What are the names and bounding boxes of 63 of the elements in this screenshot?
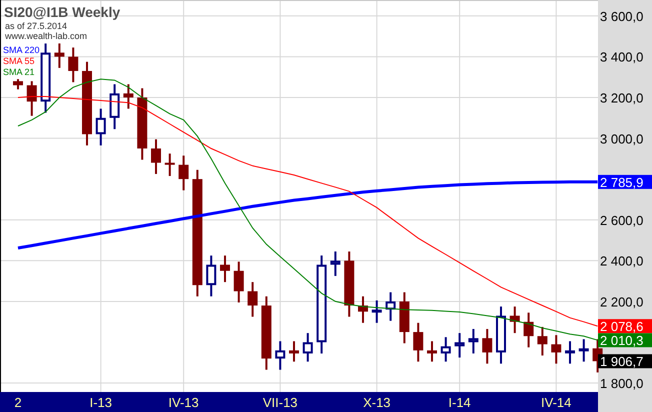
candlestick — [137, 88, 148, 160]
chart-subtitle: as of 27.5.2014 — [5, 21, 68, 31]
axis-label: 2 400,0 — [600, 254, 644, 269]
candlestick — [96, 108, 106, 146]
candlestick — [248, 282, 258, 317]
candlestick — [164, 154, 175, 176]
candlestick — [427, 341, 437, 362]
candlestick — [13, 79, 23, 90]
axis-label: I-13 — [90, 395, 112, 410]
candlestick — [289, 341, 299, 362]
axis-label: 3 200,0 — [600, 90, 644, 106]
axis-label: 3 600,0 — [600, 8, 644, 24]
chart-title: SI20@I1B Weekly — [4, 4, 120, 20]
value-tag: 1 906,7 — [598, 354, 652, 370]
axis-label: I-14 — [448, 395, 471, 410]
axis-label: X-13 — [363, 395, 391, 410]
candlestick — [275, 341, 286, 370]
legend-label: SMA 55 — [3, 56, 35, 66]
axis-label: 1 800,0 — [600, 376, 644, 392]
candlestick — [178, 156, 189, 190]
candlestick — [110, 84, 120, 130]
candlestick — [372, 300, 382, 323]
candlestick — [454, 333, 465, 358]
candlestick — [123, 84, 134, 109]
source-label: www.wealth-lab.com — [5, 31, 88, 41]
axis-label: 3 400,0 — [600, 50, 644, 65]
candlestick — [413, 322, 424, 362]
candlestick — [537, 326, 548, 356]
axis-label: IV-14 — [541, 395, 572, 410]
candlestick — [234, 262, 244, 302]
candlestick — [206, 256, 216, 296]
axis-label: 2 200,0 — [600, 294, 644, 310]
axis-label: 3 000,0 — [600, 131, 644, 146]
axis-label: IV-13 — [168, 395, 199, 410]
candlestick — [220, 256, 230, 282]
candlestick — [344, 251, 354, 317]
legend-label: SMA 21 — [3, 67, 35, 77]
candlestick — [524, 312, 534, 348]
candlestick — [302, 333, 313, 362]
candlestick — [468, 328, 478, 354]
candlestick — [26, 81, 37, 116]
candlestick — [68, 48, 78, 82]
candlestick — [482, 328, 492, 364]
candlestick — [330, 251, 340, 276]
value-tag: 2 078,6 — [598, 319, 652, 334]
candlestick — [496, 306, 506, 364]
candlestick — [565, 341, 575, 364]
candlestick — [358, 296, 368, 323]
candlestick — [440, 337, 451, 362]
candlestick — [399, 292, 410, 344]
legend-label: SMA 220 — [3, 45, 40, 55]
candlestick — [386, 292, 396, 321]
candlestick — [40, 43, 51, 113]
candlestick — [151, 139, 161, 174]
value-tag: 2 785,9 — [598, 174, 652, 190]
axis-label: 2 600,0 — [600, 212, 644, 228]
candlestick — [54, 43, 64, 68]
axis-label: VII-13 — [262, 395, 298, 410]
candlestick — [578, 339, 589, 362]
candlestick — [510, 306, 520, 334]
candlestick — [551, 335, 562, 364]
value-tag: 2 010,3 — [598, 333, 652, 348]
axis-label: 2 — [14, 395, 22, 410]
